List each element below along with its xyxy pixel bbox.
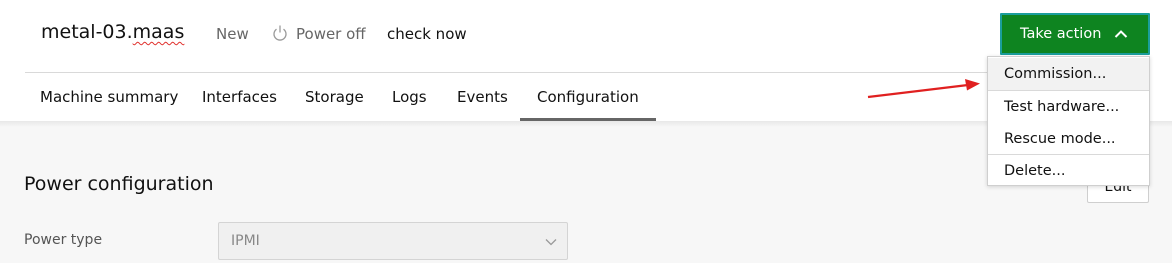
check-now-link[interactable]: check now [387, 25, 467, 43]
power-type-label: Power type [24, 232, 103, 248]
take-action-button[interactable]: Take action [1000, 13, 1150, 55]
tab-interfaces[interactable]: Interfaces [202, 73, 277, 121]
menu-item-delete[interactable]: Delete... [988, 155, 1149, 187]
machine-name-suffix: maas [132, 21, 185, 43]
power-type-select[interactable]: IPMI [218, 222, 568, 260]
tab-logs[interactable]: Logs [392, 73, 427, 121]
tab-storage[interactable]: Storage [305, 73, 364, 121]
status-new: New [216, 25, 249, 43]
power-status: Power off [296, 25, 366, 43]
menu-item-rescue-mode[interactable]: Rescue mode... [988, 123, 1149, 155]
power-type-value: IPMI [231, 233, 260, 249]
machine-name-prefix: metal-03. [41, 21, 133, 43]
chevron-up-icon [1114, 30, 1128, 38]
menu-item-test-hardware[interactable]: Test hardware... [988, 91, 1149, 123]
chevron-down-icon [545, 239, 557, 246]
menu-item-commission[interactable]: Commission... [988, 58, 1149, 90]
take-action-label: Take action [1020, 26, 1102, 42]
power-icon [273, 25, 287, 41]
tab-machine-summary[interactable]: Machine summary [40, 73, 178, 121]
tab-configuration[interactable]: Configuration [520, 73, 656, 121]
annotation-arrow [867, 79, 980, 99]
tab-events[interactable]: Events [457, 73, 508, 121]
power-configuration-title: Power configuration [24, 173, 214, 195]
take-action-dropdown: Commission... Test hardware... Rescue mo… [987, 56, 1150, 186]
machine-name: metal-03.maas [41, 21, 184, 43]
